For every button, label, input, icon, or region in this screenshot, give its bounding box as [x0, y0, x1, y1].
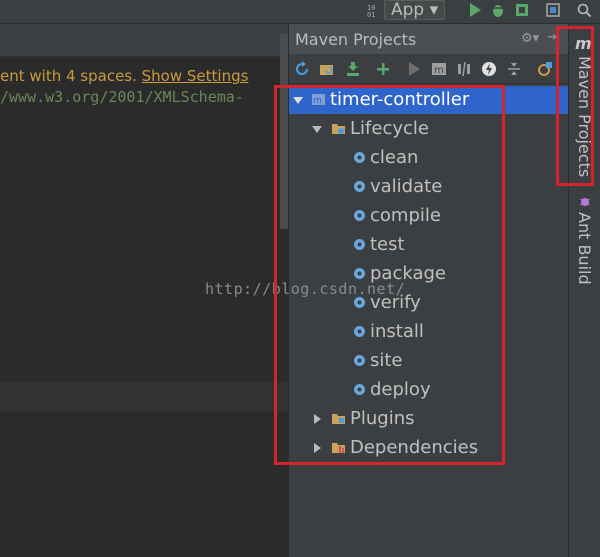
goal-label: validate [370, 176, 443, 197]
toggle-offline-icon[interactable] [456, 61, 472, 77]
run-icon[interactable] [467, 2, 483, 18]
tree-node-label: Lifecycle [350, 118, 429, 139]
svg-text:m: m [313, 96, 322, 106]
lifecycle-folder-icon [332, 124, 345, 134]
ant-build-tab[interactable]: Ant Build [575, 212, 594, 285]
show-settings-link[interactable]: Show Settings [142, 67, 249, 85]
collapse-all-icon[interactable] [506, 61, 522, 77]
maven-project-icon: m [312, 94, 325, 106]
goal-site[interactable]: site [289, 347, 569, 375]
goal-gear-icon [354, 326, 365, 337]
maven-m-icon: m [575, 34, 592, 53]
svg-text:m: m [434, 65, 444, 76]
panel-header: Maven Projects ⚙▾ ⇥ [289, 24, 569, 54]
current-line-highlight [0, 382, 288, 410]
expand-arrow-icon[interactable] [293, 94, 303, 106]
svg-text:01: 01 [367, 11, 375, 18]
right-tool-strip: m Maven Projects Ant Build [568, 24, 600, 557]
generate-sources-icon[interactable] [319, 61, 335, 77]
maven-m-icon[interactable]: m [431, 61, 447, 77]
expand-arrow-icon[interactable] [312, 123, 322, 135]
goal-gear-icon [354, 210, 365, 221]
reimport-icon[interactable] [294, 61, 310, 77]
collapsed-arrow-icon[interactable] [312, 442, 322, 454]
goal-label: test [370, 234, 405, 255]
goal-gear-icon [354, 268, 365, 279]
goal-gear-icon [354, 384, 365, 395]
ant-icon [579, 198, 591, 206]
goal-gear-icon [354, 355, 365, 366]
maven-toolbar: m [289, 54, 569, 84]
tree-node-lifecycle[interactable]: Lifecycle [289, 115, 569, 143]
tree-node-label: Dependencies [350, 437, 479, 458]
tree-node-plugins[interactable]: Plugins [289, 405, 569, 433]
run-config-label: App ▾ [391, 0, 439, 20]
maven-projects-tab[interactable]: Maven Projects [575, 56, 594, 177]
debug-icon[interactable] [490, 2, 506, 18]
goal-compile[interactable]: compile [289, 202, 569, 230]
goal-label: compile [370, 205, 441, 226]
search-icon[interactable] [576, 2, 592, 18]
goal-clean[interactable]: clean [289, 144, 569, 172]
plugins-folder-icon [332, 414, 345, 424]
goal-deploy[interactable]: deploy [289, 376, 569, 404]
main-toolbar: 10 01 App ▾ [0, 0, 600, 24]
editor-scrollbar[interactable] [280, 34, 288, 229]
goal-gear-icon [354, 152, 365, 163]
gear-icon[interactable]: ⚙▾ [521, 31, 543, 46]
goal-label: install [370, 321, 424, 342]
run-goal-icon[interactable] [406, 61, 422, 77]
goal-gear-icon [354, 181, 365, 192]
editor-empty-area [0, 410, 288, 557]
goal-test[interactable]: test [289, 231, 569, 259]
indent-notice-text: ent with 4 spaces. [0, 67, 142, 85]
code-line[interactable]: /www.w3.org/2001/XMLSchema- [0, 88, 288, 110]
coverage-icon[interactable] [514, 2, 530, 18]
tree-node-timer-controller[interactable]: m timer-controller [289, 86, 569, 114]
download-icon[interactable] [345, 61, 361, 77]
hide-icon[interactable]: ⇥ [547, 30, 558, 45]
add-icon[interactable] [375, 61, 391, 77]
goal-validate[interactable]: validate [289, 173, 569, 201]
run-config-select[interactable]: App ▾ [384, 0, 446, 20]
editor-tab-bar [0, 24, 288, 57]
project-structure-icon[interactable] [545, 2, 561, 18]
goal-gear-icon [354, 239, 365, 250]
skip-tests-icon[interactable] [481, 61, 497, 77]
sort-icon[interactable]: 10 01 [366, 2, 382, 18]
tree-node-label: timer-controller [330, 89, 470, 110]
goal-install[interactable]: install [289, 318, 569, 346]
collapsed-arrow-icon[interactable] [312, 413, 322, 425]
goal-label: clean [370, 147, 419, 168]
tree-node-label: Plugins [350, 408, 415, 429]
dependencies-folder-icon [332, 443, 345, 453]
panel-title: Maven Projects [295, 30, 417, 49]
maven-settings-icon[interactable] [537, 61, 553, 77]
tree-node-dependencies[interactable]: Dependencies [289, 434, 569, 462]
watermark: http://blog.csdn.net/ [205, 280, 406, 298]
goal-label: deploy [370, 379, 431, 400]
goal-label: site [370, 350, 403, 371]
